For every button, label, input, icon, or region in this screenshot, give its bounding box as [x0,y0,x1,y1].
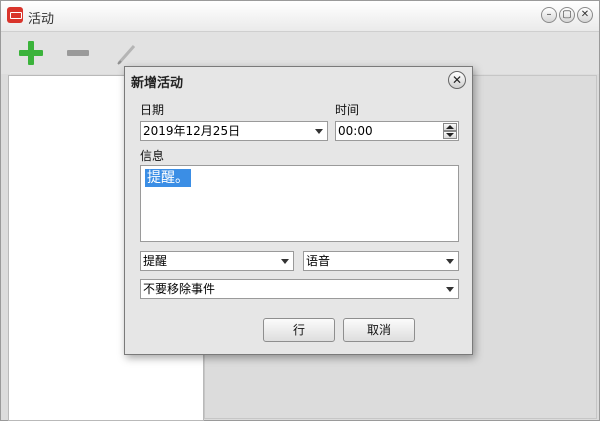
ok-button[interactable]: 行 [263,318,335,342]
remove-icon[interactable] [67,50,89,56]
chevron-down-icon[interactable] [311,122,327,140]
date-select[interactable]: 2019年12月25日 [140,121,328,141]
time-value: 00:00 [338,124,373,138]
chevron-down-icon[interactable] [277,252,293,270]
info-text-selected: 提醒。 [145,169,191,187]
remove-option-value: 不要移除事件 [143,282,216,296]
add-icon[interactable] [19,41,43,65]
chevron-down-icon[interactable] [442,280,458,298]
remove-option-select[interactable]: 不要移除事件 [140,279,459,299]
info-label: 信息 [140,149,165,163]
sound-type-select[interactable]: 语音 [303,251,459,271]
cancel-button[interactable]: 取消 [343,318,415,342]
sound-type-value: 语音 [306,254,331,268]
info-textarea[interactable]: 提醒。 [140,165,459,242]
new-event-dialog: 新增活动 ✕ 日期 2019年12月25日 时间 00:00 信息 提醒。 提醒… [124,66,473,355]
time-spinbox[interactable]: 00:00 [335,121,459,141]
maximize-button[interactable]: ▢ [559,7,575,23]
reminder-type-value: 提醒 [143,254,168,268]
time-label: 时间 [335,103,360,117]
date-value: 2019年12月25日 [143,124,241,138]
pencil-icon[interactable] [115,42,139,66]
reminder-type-select[interactable]: 提醒 [140,251,294,271]
chevron-down-icon[interactable] [442,252,458,270]
dialog-close-button[interactable]: ✕ [448,71,466,89]
spin-down-icon[interactable] [443,131,457,139]
minimize-button[interactable]: – [541,7,557,23]
title-bar[interactable]: 活动 – ▢ ✕ [1,1,599,32]
window-title: 活动 [28,12,55,27]
spin-up-icon[interactable] [443,123,457,131]
calendar-app-icon [7,7,23,23]
dialog-title: 新增活动 [131,76,184,91]
date-label: 日期 [140,103,165,117]
close-button[interactable]: ✕ [577,7,593,23]
